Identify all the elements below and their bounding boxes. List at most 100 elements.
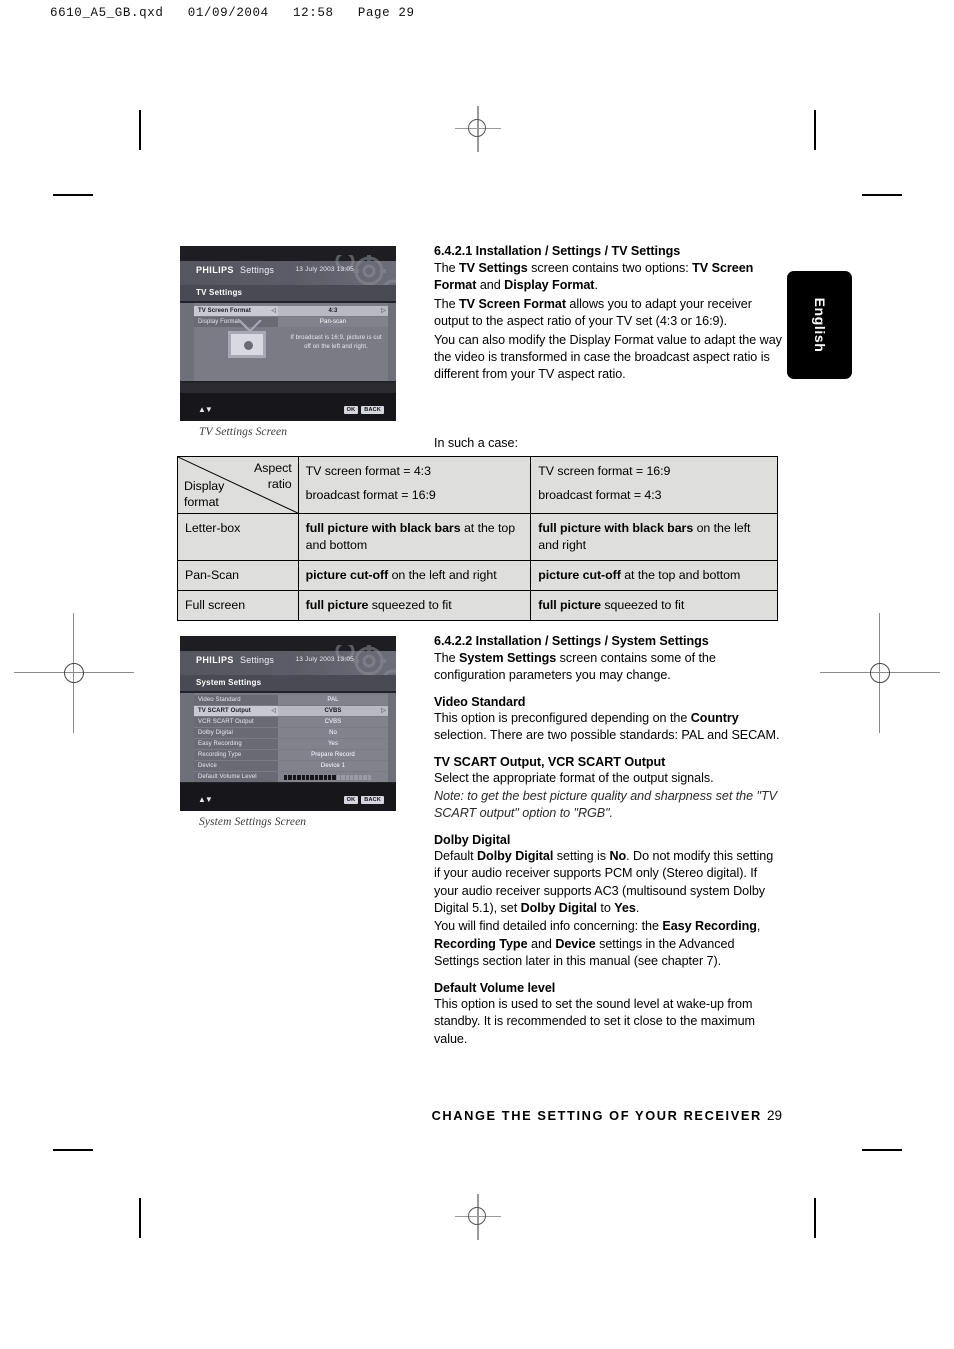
chevron-right-icon[interactable]: ▷ [380,307,387,315]
volume-level-meter[interactable] [278,772,388,782]
row-label-pan-scan: Pan-Scan [177,560,299,591]
chevron-right-icon[interactable]: ▷ [380,707,387,715]
text-bold: full picture [538,598,601,612]
text-fragment: . [594,278,598,293]
menu-row-label: Device [194,761,278,771]
text-fragment: . [635,901,640,916]
table-row: Letter-box full picture with black bars … [177,513,778,561]
crop-mark-bottom-left-v [139,1198,141,1238]
header-line-2: broadcast format = 16:9 [305,488,436,502]
text-bold: picture cut-off [538,568,621,582]
text-bold: Dolby Digital [477,848,554,863]
screen-hint-text: If broadcast is 16:9, picture is cut off… [290,335,382,350]
table-header-row: Aspect ratio Display format TV screen form… [177,456,778,514]
heading-number: 6.4.2.2 [434,634,473,648]
tv-screen-dot [244,341,253,350]
crop-mark-top-left-v [139,110,141,150]
table-row: Full screen full picture squeezed to fit… [177,590,778,621]
menu-row-device[interactable]: Device Device 1 [194,761,388,771]
back-button[interactable]: BACK [361,796,384,804]
ok-button[interactable]: OK [343,406,359,414]
up-down-arrows-icon: ▲▼ [198,795,213,804]
volume-block [310,774,314,780]
screen-title: TV Settings [180,285,396,301]
ok-button[interactable]: OK [343,796,359,804]
header-line-1: TV screen format = 4:3 [305,464,431,478]
volume-block [319,774,323,780]
menu-row-tv-screen-format[interactable]: TV Screen Format 4:3 ◁ ▷ [194,306,388,316]
text-fragment: , [756,919,761,934]
menu-row-tv-scart-output[interactable]: TV SCART Output CVBS ◁ ▷ [194,706,388,716]
footer-title: CHANGE THE SETTING OF YOUR RECEIVER [431,1108,762,1123]
text-fragment: The [434,651,459,665]
volume-block [341,774,345,780]
tv-illustration-icon [228,320,266,358]
menu-row-display-format[interactable]: Display Format Pan-scan [194,317,388,327]
crop-mark-top-left-h [53,194,93,196]
screen-brand-subtitle: Settings [240,655,275,665]
crop-mark-top-right-v [814,110,816,150]
tv-settings-menu-list: TV Screen Format 4:3 ◁ ▷ Display Format … [194,306,388,328]
menu-row-label: Easy Recording [194,739,278,749]
file-header: 6610_A5_GB.qxd 01/09/2004 12:58 Page 29 [50,6,415,20]
language-tab-english: English [787,271,852,379]
crop-mark-bottom-right-v [814,1198,816,1238]
text-bold: TV Settings [459,261,528,275]
registration-mark-top [455,106,501,152]
registration-mark-left [14,613,134,733]
menu-row-video-standard[interactable]: Video Standard PAL [194,695,388,705]
chevron-left-icon[interactable]: ◁ [270,307,277,315]
manual-page: 6610_A5_GB.qxd 01/09/2004 12:58 Page 29 … [0,0,954,1349]
page-number: 29 [766,1108,782,1123]
paragraph-video-standard: This option is preconfigured depending o… [434,710,782,745]
text-bold: picture cut-off [305,568,389,582]
back-button[interactable]: BACK [361,406,384,414]
screen-footer-buttons: OK BACK [343,406,384,414]
row-cell: picture cut-off at the top and bottom [530,560,778,591]
heading-number: 6.4.2.1 [434,244,473,258]
paragraph-aspect-ratio: The TV Screen Format allows you to adapt… [434,296,782,331]
crop-mark-mid-left [53,1149,93,1151]
tv-settings-screenshot: PHILIPS Settings 13 July 2003 13:05 TV S… [180,246,396,421]
volume-block [292,774,297,780]
volume-block [354,774,358,780]
text-bold: Yes [614,901,636,916]
screen-title: System Settings [180,675,396,691]
text-bold: Dolby Digital [520,901,597,916]
screen-footer-bar: ▲▼ OK BACK [180,393,396,421]
menu-row-label: VCR SCART Output [194,717,278,727]
paragraph-system-settings-intro: The System Settings screen contains some… [434,650,782,685]
row-label-full-screen: Full screen [177,590,299,621]
menu-row-recording-type[interactable]: Recording Type Prepare Record [194,750,388,760]
row-cell: picture cut-off on the left and right [297,560,532,591]
menu-row-value: Yes [278,739,388,749]
text-bold: TV Screen Format [459,296,566,311]
subheading-scart-output: TV SCART Output, VCR SCART Output [434,754,666,769]
crop-mark-top-right-h [862,194,902,196]
subheading-video-standard: Video Standard [434,694,526,709]
volume-block [301,774,305,780]
chevron-left-icon[interactable]: ◁ [270,707,277,715]
system-settings-caption: System Settings Screen [199,816,307,828]
text-fragment: to [596,901,615,916]
menu-row-dolby-digital[interactable]: Dolby Digital No [194,728,388,738]
table-corner-aspect-label: Aspect ratio [254,461,292,491]
heading-text: Installation / Settings / TV Settings [475,244,681,258]
menu-row-label: TV SCART Output [194,706,278,716]
text-fragment: setting is [553,848,610,863]
text-bold: Easy Recording [662,919,757,934]
tv-settings-caption: TV Settings Screen [199,426,288,438]
menu-row-default-volume-level[interactable]: Default Volume Level [194,772,388,782]
section-system-settings: 6.4.2.2 Installation / Settings / System… [434,633,782,1048]
registration-mark-bottom [455,1194,501,1240]
menu-row-vcr-scart-output[interactable]: VCR SCART Output CVBS [194,717,388,727]
volume-block [284,774,288,780]
menu-row-value: CVBS [278,706,388,716]
text-fragment: squeezed to fit [368,598,452,612]
menu-row-value: CVBS [278,717,388,727]
text-fragment: and [527,936,556,951]
menu-row-value: PAL [278,695,388,705]
volume-block [332,774,336,780]
menu-row-easy-recording[interactable]: Easy Recording Yes [194,739,388,749]
text-fragment: screen contains two options: [527,261,693,275]
